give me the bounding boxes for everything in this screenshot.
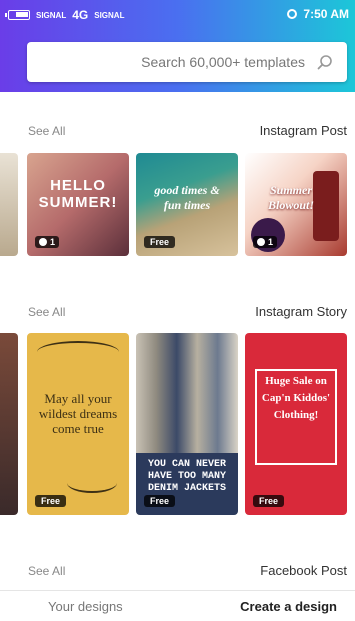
tab-your-designs[interactable]: Your designs <box>48 599 123 614</box>
bottom-tab-bar: Create a design Your designs <box>0 590 355 621</box>
price-badge: Free <box>253 495 285 507</box>
price-badge: Free <box>144 495 176 507</box>
card-title: May all your wildest dreams come true <box>38 391 118 436</box>
see-all-link[interactable]: See All <box>28 564 65 578</box>
template-card[interactable]: good times & fun times Free <box>136 153 238 256</box>
template-card[interactable]: YOU CAN NEVER HAVE TOO MANY DENIM JACKET… <box>136 333 238 515</box>
section-header-instagram-story: Instagram Story See All <box>0 304 355 324</box>
search-icon[interactable] <box>317 54 333 70</box>
price-badge: Free <box>144 236 176 248</box>
price-badge: 1 <box>35 236 60 248</box>
template-card[interactable]: Summer Blowout! 1 <box>245 153 347 256</box>
card-title: Summer Blowout! <box>267 183 315 212</box>
card-title: good times & fun times <box>154 183 220 212</box>
instagram-post-row: Summer Blowout! 1 good times & fun times… <box>0 153 355 256</box>
search-input[interactable]: Search 60,000+ templates <box>141 54 305 70</box>
section-title: Facebook Post <box>260 563 347 578</box>
status-left: SIGNAL 4G SIGNAL <box>5 8 125 22</box>
section-header-facebook-post: Facebook Post See All <box>0 563 355 583</box>
section-title: Instagram Story <box>255 304 347 319</box>
status-bar: SIGNAL 4G SIGNAL 7:50 AM <box>0 4 355 26</box>
alarm-icon <box>287 9 298 19</box>
coin-icon <box>257 238 265 246</box>
card-title: Huge Sale on Cap'n Kiddos' Clothing! <box>261 375 331 421</box>
section-title: Instagram Post <box>259 123 347 138</box>
battery-icon <box>5 10 30 20</box>
tab-create-design[interactable]: Create a design <box>240 599 337 614</box>
price-badge: 1 <box>253 236 278 248</box>
instagram-story-row: Huge Sale on Cap'n Kiddos' Clothing! Fre… <box>0 333 355 515</box>
price-badge: Free <box>35 495 67 507</box>
see-all-link[interactable]: See All <box>28 124 65 138</box>
status-time: 7:50 AM <box>303 7 349 21</box>
card-title: YOU CAN NEVER HAVE TOO MANY DENIM JACKET… <box>147 459 226 494</box>
app-header: SIGNAL 4G SIGNAL 7:50 AM Search 60,000+ … <box>0 0 355 92</box>
network-type: 4G <box>72 8 89 22</box>
template-card[interactable]: Huge Sale on Cap'n Kiddos' Clothing! Fre… <box>245 333 347 515</box>
template-card-partial[interactable] <box>0 333 18 515</box>
template-card[interactable]: May all your wildest dreams come true Fr… <box>27 333 129 515</box>
see-all-link[interactable]: See All <box>28 305 65 319</box>
search-bar[interactable]: Search 60,000+ templates <box>27 42 347 82</box>
signal-icon-2: SIGNAL <box>94 10 125 20</box>
section-header-instagram-post: Instagram Post See All <box>0 123 355 143</box>
template-card-partial[interactable] <box>0 153 18 256</box>
card-title: HELLO SUMMER! <box>38 177 118 211</box>
status-right: 7:50 AM <box>287 7 349 21</box>
signal-icon: SIGNAL <box>36 10 67 20</box>
template-card[interactable]: HELLO SUMMER! 1 <box>27 153 129 256</box>
coin-icon <box>39 238 47 246</box>
